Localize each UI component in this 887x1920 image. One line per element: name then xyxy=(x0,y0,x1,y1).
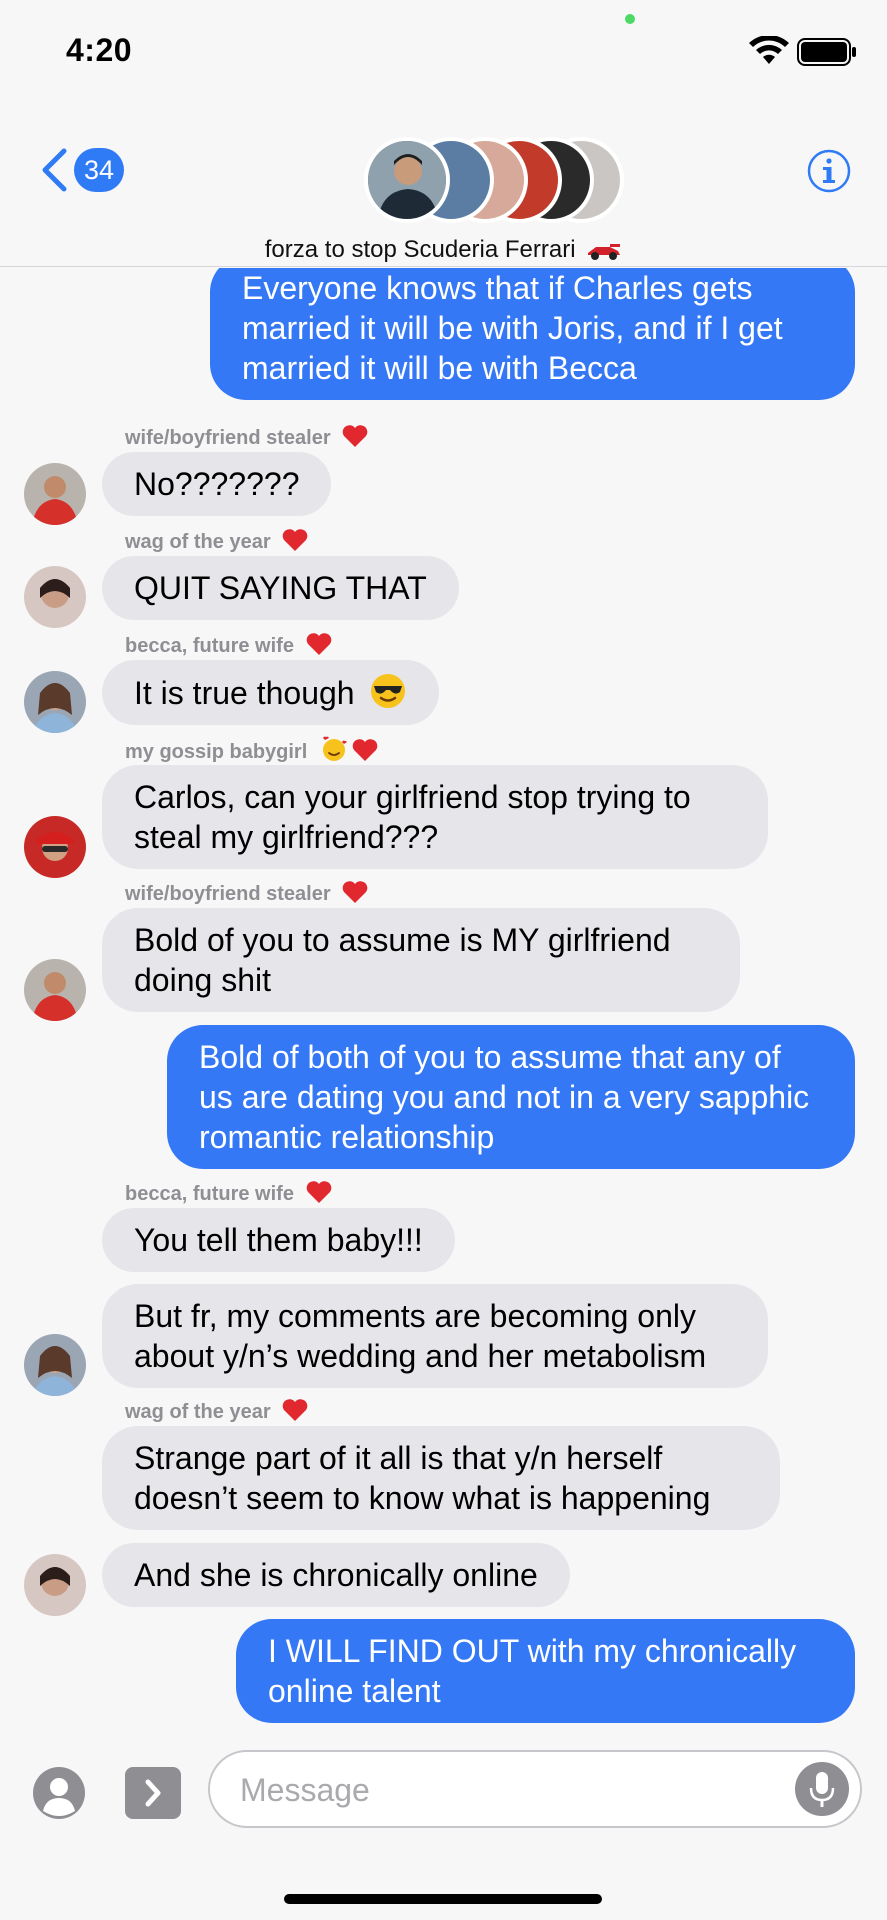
message-text: Bold of both of you to assume that any o… xyxy=(199,1039,810,1155)
info-icon[interactable] xyxy=(806,148,852,194)
message-input[interactable]: Message xyxy=(208,1750,862,1828)
avatar[interactable] xyxy=(24,566,86,628)
status-time: 4:20 xyxy=(66,32,133,68)
camera-indicator-dot xyxy=(625,14,635,24)
contact-icon[interactable] xyxy=(32,1766,86,1820)
heart-icon xyxy=(353,739,378,761)
incoming-message[interactable]: You tell them baby!!! xyxy=(102,1208,455,1272)
conversation-header: 34 forza to stop Scuderia Ferrari xyxy=(0,100,887,268)
incoming-message[interactable]: Strange part of it all is that y/n herse… xyxy=(102,1426,780,1530)
message-placeholder: Message xyxy=(240,1772,370,1808)
avatar[interactable] xyxy=(24,1334,86,1396)
sender-label: my gossip babygirl xyxy=(125,736,378,764)
incoming-message[interactable]: Carlos, can your girlfriend stop trying … xyxy=(102,765,768,869)
wifi-icon xyxy=(749,36,789,64)
incoming-message[interactable]: Bold of you to assume is MY girlfriend d… xyxy=(102,908,740,1012)
incoming-message[interactable]: QUIT SAYING THAT xyxy=(102,556,459,620)
heart-icon xyxy=(342,881,368,903)
sender-label: wife/boyfriend stealer xyxy=(125,424,368,450)
sender-label: becca, future wife xyxy=(125,632,332,658)
message-text: No??????? xyxy=(134,466,300,502)
avatar[interactable] xyxy=(24,816,86,878)
microphone-icon[interactable] xyxy=(794,1761,850,1817)
outgoing-message[interactable]: Everyone knows that if Charles gets marr… xyxy=(210,268,855,400)
header-divider xyxy=(0,266,887,267)
heart-icon xyxy=(306,1181,331,1203)
heart-icon xyxy=(282,529,308,551)
compose-bar: Message xyxy=(0,1730,887,1920)
message-text: I WILL FIND OUT with my chronically onli… xyxy=(268,1633,797,1709)
avatar[interactable] xyxy=(24,959,86,1021)
group-title[interactable]: forza to stop Scuderia Ferrari xyxy=(0,236,887,264)
race-car-icon xyxy=(588,243,621,260)
message-text: Carlos, can your girlfriend stop trying … xyxy=(134,779,691,855)
heart-icon xyxy=(306,633,331,655)
message-text: Bold of you to assume is MY girlfriend d… xyxy=(134,922,671,998)
heart-icon xyxy=(342,425,368,447)
sender-label: wag of the year xyxy=(125,528,308,554)
message-text: QUIT SAYING THAT xyxy=(134,570,427,606)
message-text: And she is chronically online xyxy=(134,1557,538,1593)
group-avatar-1 xyxy=(364,137,450,223)
incoming-message[interactable]: It is true though xyxy=(102,660,440,725)
sender-label: becca, future wife xyxy=(125,1180,332,1206)
heart-icon xyxy=(282,1399,308,1421)
smiling-face-with-hearts-icon xyxy=(322,736,347,761)
avatar[interactable] xyxy=(24,463,86,525)
sender-label: wag of the year xyxy=(125,1398,308,1424)
battery-icon xyxy=(797,38,856,66)
message-text: You tell them baby!!! xyxy=(134,1222,423,1258)
message-text: But fr, my comments are becoming only ab… xyxy=(134,1298,707,1374)
home-indicator[interactable] xyxy=(284,1894,602,1904)
group-name-text: forza to stop Scuderia Ferrari xyxy=(264,236,576,263)
unread-count-badge[interactable]: 34 xyxy=(74,148,124,192)
back-chevron-icon[interactable] xyxy=(40,148,68,192)
incoming-message[interactable]: And she is chronically online xyxy=(102,1543,570,1607)
message-list[interactable]: Everyone knows that if Charles gets marr… xyxy=(0,268,887,1730)
apps-chevron-icon[interactable] xyxy=(124,1766,182,1820)
incoming-message[interactable]: No??????? xyxy=(102,452,332,516)
outgoing-message[interactable]: Bold of both of you to assume that any o… xyxy=(167,1025,855,1169)
status-bar: 4:20 xyxy=(0,0,887,100)
outgoing-message[interactable]: I WILL FIND OUT with my chronically onli… xyxy=(236,1619,855,1723)
message-text: It is true though xyxy=(134,675,355,711)
avatar[interactable] xyxy=(24,1554,86,1616)
incoming-message[interactable]: But fr, my comments are becoming only ab… xyxy=(102,1284,768,1388)
avatar[interactable] xyxy=(24,671,86,733)
message-text: Strange part of it all is that y/n herse… xyxy=(134,1440,711,1516)
group-avatars[interactable] xyxy=(364,137,624,223)
message-text: Everyone knows that if Charles gets marr… xyxy=(242,270,783,386)
sender-label: wife/boyfriend stealer xyxy=(125,880,368,906)
sunglasses-emoji-icon xyxy=(371,674,406,708)
